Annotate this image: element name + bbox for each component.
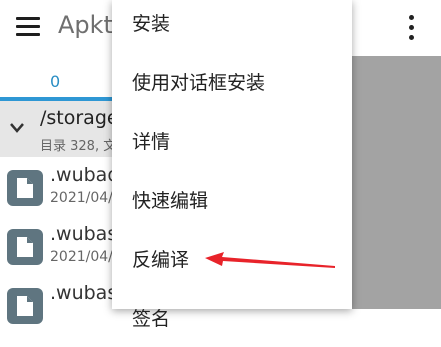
file-icon [7,288,43,324]
chevron-down-icon[interactable] [10,123,24,133]
menu-item-details[interactable]: 详情 [112,111,352,170]
file-icon [7,170,43,206]
menu-item-label: 详情 [132,131,171,153]
menu-item-label: 签名 [132,308,171,330]
file-date: 2021/04/ [50,190,113,206]
directory-summary: 目录 328, 文 [40,139,117,154]
file-name: .wubas [50,282,118,304]
file-date: 2021/04/ [50,249,113,265]
file-name: .wubas [50,223,118,245]
menu-item-decompile[interactable]: 反编译 [112,229,352,288]
menu-item-install-with-dialog[interactable]: 使用对话框安装 [112,52,352,111]
hamburger-menu-icon[interactable] [16,17,40,37]
current-path: /storage [40,107,119,129]
menu-item-sign[interactable]: 签名 [112,288,352,347]
file-name: .wubad [50,164,120,186]
file-icon [7,229,43,265]
menu-item-install[interactable]: 安装 [112,0,352,52]
dimmed-background [352,56,441,309]
menu-item-label: 安装 [132,13,171,35]
menu-item-label: 使用对话框安装 [132,72,266,94]
context-menu: 安装 使用对话框安装 详情 快速编辑 反编译 签名 [112,0,352,330]
menu-item-label: 反编译 [132,249,190,271]
more-options-icon[interactable] [407,15,417,41]
menu-item-quick-edit[interactable]: 快速编辑 [112,170,352,229]
tab-0[interactable]: 0 [50,72,60,91]
menu-item-label: 快速编辑 [132,190,209,212]
